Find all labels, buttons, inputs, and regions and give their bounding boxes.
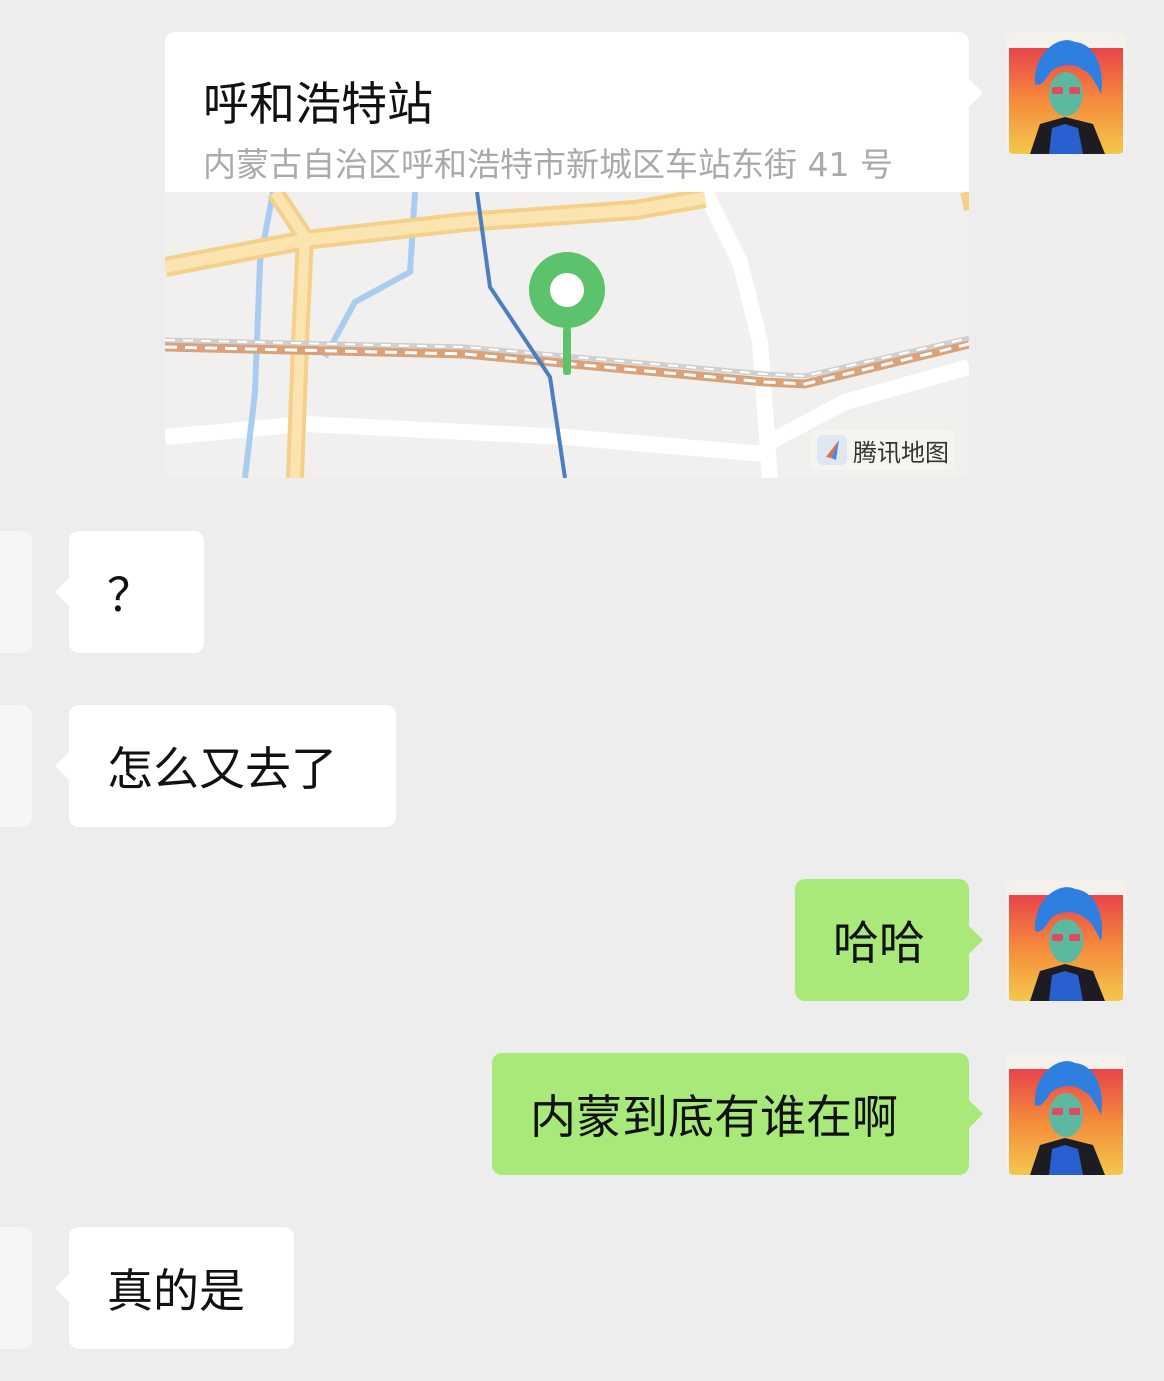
my-avatar[interactable] (1005, 1053, 1127, 1175)
message-text: 哈哈 (833, 916, 925, 970)
my-avatar[interactable] (1005, 32, 1127, 154)
bubble-tail (55, 752, 69, 780)
message-bubble-incoming[interactable]: 怎么又去了 (55, 705, 396, 827)
bubble-tail (969, 79, 983, 107)
message-bubble-incoming[interactable]: ？ (55, 531, 204, 653)
tencent-map-logo-icon (817, 435, 847, 465)
map-brand-label: 腾讯地图 (853, 438, 949, 467)
map-brand: 腾讯地图 (811, 430, 955, 470)
message-bubble-outgoing[interactable]: 内蒙到底有谁在啊 (492, 1053, 983, 1175)
message-bubble-outgoing[interactable]: 哈哈 (795, 879, 983, 1001)
contact-avatar[interactable] (0, 705, 32, 827)
message-text: ？ (107, 568, 153, 622)
chat-screen: 呼和浩特站 内蒙古自治区呼和浩特市新城区车站东街 41 号 腾讯地图 ？ 怎么又… (0, 0, 1164, 1381)
bubble-tail (969, 926, 983, 954)
bubble-tail (969, 1100, 983, 1128)
bubble-tail (55, 1274, 69, 1302)
bubble-tail (55, 578, 69, 606)
location-card[interactable]: 呼和浩特站 内蒙古自治区呼和浩特市新城区车站东街 41 号 腾讯地图 (165, 32, 983, 478)
contact-avatar[interactable] (0, 531, 32, 653)
location-address: 内蒙古自治区呼和浩特市新城区车站东街 41 号 (203, 145, 893, 184)
message-text: 真的是 (107, 1264, 245, 1318)
message-bubble-incoming[interactable]: 真的是 (55, 1227, 294, 1349)
contact-avatar[interactable] (0, 1227, 32, 1349)
location-title: 呼和浩特站 (203, 77, 433, 131)
message-text: 怎么又去了 (107, 742, 337, 796)
message-text: 内蒙到底有谁在啊 (530, 1090, 898, 1144)
my-avatar[interactable] (1005, 879, 1127, 1001)
